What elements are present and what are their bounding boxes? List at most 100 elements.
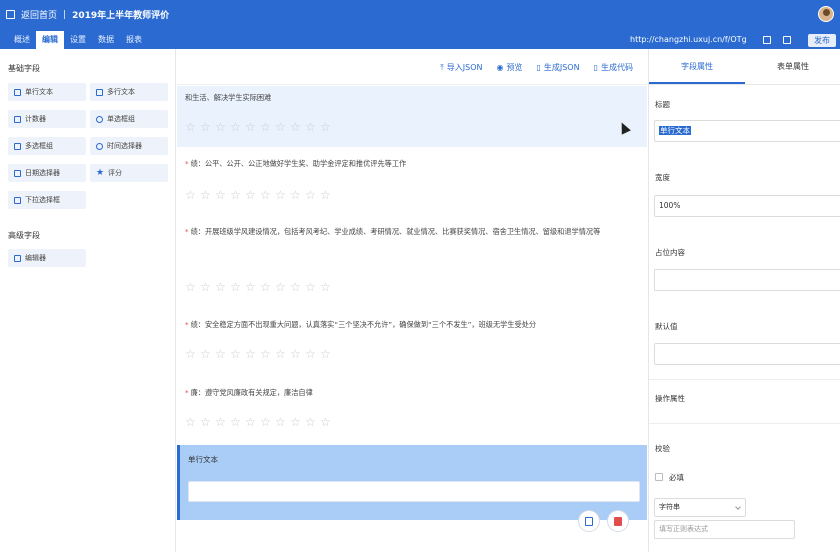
star-icon[interactable]: ☆ bbox=[260, 189, 271, 201]
rating-stars[interactable]: ☆ ☆ ☆ ☆ ☆ ☆ ☆ ☆ ☆ ☆ bbox=[185, 348, 331, 360]
star-icon[interactable]: ☆ bbox=[200, 348, 211, 360]
star-icon[interactable]: ☆ bbox=[215, 121, 226, 133]
star-icon[interactable]: ☆ bbox=[290, 121, 301, 133]
tab-settings[interactable]: 设置 bbox=[64, 31, 92, 49]
star-icon[interactable]: ☆ bbox=[305, 416, 316, 428]
tab-field-properties[interactable]: 字段属性 bbox=[649, 49, 745, 84]
title-input[interactable]: 单行文本 bbox=[654, 120, 840, 142]
star-icon[interactable]: ☆ bbox=[320, 416, 331, 428]
publish-button[interactable]: 发布 bbox=[808, 34, 836, 47]
selected-form-field[interactable]: 单行文本 bbox=[177, 445, 647, 520]
width-input[interactable]: 100% bbox=[654, 195, 840, 217]
placeholder-input[interactable] bbox=[654, 269, 840, 291]
star-icon[interactable]: ☆ bbox=[290, 189, 301, 201]
star-icon[interactable]: ☆ bbox=[245, 348, 256, 360]
star-icon[interactable]: ☆ bbox=[245, 281, 256, 293]
copy-url-icon[interactable] bbox=[763, 36, 771, 44]
star-icon[interactable]: ☆ bbox=[245, 189, 256, 201]
rating-stars[interactable]: ☆ ☆ ☆ ☆ ☆ ☆ ☆ ☆ ☆ ☆ bbox=[185, 121, 331, 133]
star-icon[interactable]: ☆ bbox=[275, 281, 286, 293]
required-checkbox[interactable] bbox=[655, 473, 663, 481]
star-icon[interactable]: ☆ bbox=[260, 348, 271, 360]
star-icon[interactable]: ☆ bbox=[185, 121, 196, 133]
palette-item-checkbox[interactable]: 多选框组 bbox=[8, 137, 86, 155]
rating-stars[interactable]: ☆ ☆ ☆ ☆ ☆ ☆ ☆ ☆ ☆ ☆ bbox=[185, 416, 331, 428]
star-icon[interactable]: ☆ bbox=[230, 416, 241, 428]
default-value-input[interactable] bbox=[654, 343, 840, 365]
star-icon[interactable]: ☆ bbox=[200, 189, 211, 201]
star-icon[interactable]: ☆ bbox=[260, 121, 271, 133]
star-icon[interactable]: ☆ bbox=[320, 121, 331, 133]
back-home-link[interactable]: 返回首页 bbox=[21, 8, 57, 21]
tab-edit[interactable]: 编辑 bbox=[36, 31, 64, 49]
tab-report[interactable]: 报表 bbox=[120, 31, 148, 49]
palette-item-editor[interactable]: 编辑器 bbox=[8, 249, 86, 267]
qrcode-icon[interactable] bbox=[783, 36, 791, 44]
star-icon[interactable]: ☆ bbox=[185, 416, 196, 428]
palette-item-time[interactable]: 时间选择器 bbox=[90, 137, 168, 155]
star-icon[interactable]: ☆ bbox=[230, 281, 241, 293]
star-icon[interactable]: ☆ bbox=[275, 189, 286, 201]
generate-json-button[interactable]: ▯ 生成JSON bbox=[536, 62, 579, 73]
form-field-rate[interactable]: * 绩：安全稳定方面不出现重大问题，认真落实“三个坚决不允许”，确保做到“三个不发… bbox=[177, 311, 647, 377]
star-icon[interactable]: ☆ bbox=[215, 416, 226, 428]
star-icon[interactable]: ☆ bbox=[290, 416, 301, 428]
star-icon[interactable]: ☆ bbox=[245, 121, 256, 133]
star-icon[interactable]: ☆ bbox=[230, 348, 241, 360]
avatar[interactable] bbox=[818, 6, 834, 22]
share-url[interactable]: http://changzhi.uxuj.cn/f/OTg bbox=[630, 35, 747, 44]
palette-item-counter[interactable]: 计数器 bbox=[8, 110, 86, 128]
delete-field-button[interactable] bbox=[607, 510, 629, 532]
star-icon[interactable]: ☆ bbox=[305, 348, 316, 360]
star-icon[interactable]: ☆ bbox=[230, 189, 241, 201]
star-icon[interactable]: ☆ bbox=[290, 348, 301, 360]
star-icon[interactable]: ☆ bbox=[275, 416, 286, 428]
rating-stars[interactable]: ☆ ☆ ☆ ☆ ☆ ☆ ☆ ☆ ☆ ☆ bbox=[185, 281, 331, 293]
star-icon[interactable]: ☆ bbox=[305, 189, 316, 201]
star-icon[interactable]: ☆ bbox=[200, 416, 211, 428]
star-icon[interactable]: ☆ bbox=[275, 348, 286, 360]
palette-item-select[interactable]: 下拉选择框 bbox=[8, 191, 86, 209]
star-icon[interactable]: ☆ bbox=[230, 121, 241, 133]
rating-stars[interactable]: ☆ ☆ ☆ ☆ ☆ ☆ ☆ ☆ ☆ ☆ bbox=[185, 189, 331, 201]
star-icon[interactable]: ☆ bbox=[185, 281, 196, 293]
star-icon[interactable]: ☆ bbox=[320, 281, 331, 293]
home-icon[interactable] bbox=[6, 10, 15, 19]
star-icon[interactable]: ☆ bbox=[320, 189, 331, 201]
tab-overview[interactable]: 概述 bbox=[8, 31, 36, 49]
star-icon[interactable]: ☆ bbox=[260, 281, 271, 293]
star-icon[interactable]: ☆ bbox=[200, 121, 211, 133]
star-icon[interactable]: ☆ bbox=[215, 348, 226, 360]
form-field-rate[interactable]: * 绩：公平、公开、公正地做好学生奖、助学金评定和推优评先等工作 ☆ ☆ ☆ ☆ ☆ ☆ ☆ ☆… bbox=[177, 149, 647, 215]
star-icon[interactable]: ☆ bbox=[260, 416, 271, 428]
star-icon[interactable]: ☆ bbox=[200, 281, 211, 293]
palette-item-single-text[interactable]: 单行文本 bbox=[8, 83, 86, 101]
preview-button[interactable]: ◉ 预览 bbox=[496, 62, 522, 73]
star-icon[interactable]: ☆ bbox=[215, 281, 226, 293]
tab-form-properties[interactable]: 表单属性 bbox=[745, 49, 840, 84]
field-label: * 廉：遵守党风廉政有关规定，廉洁自律 bbox=[185, 384, 640, 401]
palette-item-multi-text[interactable]: 多行文本 bbox=[90, 83, 168, 101]
form-field-rate[interactable]: * 廉：遵守党风廉政有关规定，廉洁自律 ☆ ☆ ☆ ☆ ☆ ☆ ☆ ☆ ☆ ☆ bbox=[177, 379, 647, 443]
star-icon[interactable]: ☆ bbox=[290, 281, 301, 293]
palette-item-rate[interactable]: ★ 评分 bbox=[90, 164, 168, 182]
data-type-select[interactable]: 字符串 bbox=[654, 498, 746, 517]
star-icon[interactable]: ☆ bbox=[245, 416, 256, 428]
star-icon[interactable]: ☆ bbox=[275, 121, 286, 133]
star-icon[interactable]: ☆ bbox=[305, 121, 316, 133]
star-icon[interactable]: ☆ bbox=[215, 189, 226, 201]
star-icon[interactable]: ☆ bbox=[305, 281, 316, 293]
single-text-input[interactable] bbox=[188, 481, 640, 502]
copy-field-button[interactable] bbox=[578, 510, 600, 532]
form-field-rate[interactable]: * 绩：开展班级学风建设情况，包括考风考纪、学业成绩、考研情况、就业情况、比赛获奖… bbox=[177, 217, 647, 307]
palette-item-date[interactable]: 日期选择器 bbox=[8, 164, 86, 182]
star-icon[interactable]: ☆ bbox=[185, 189, 196, 201]
regex-input[interactable]: 填写正则表达式 bbox=[654, 520, 795, 539]
star-icon[interactable]: ☆ bbox=[320, 348, 331, 360]
import-json-button[interactable]: ⤒ 导入JSON bbox=[440, 62, 482, 73]
generate-code-button[interactable]: ▯ 生成代码 bbox=[594, 62, 633, 73]
star-icon[interactable]: ☆ bbox=[185, 348, 196, 360]
tab-data[interactable]: 数据 bbox=[92, 31, 120, 49]
palette-item-radio[interactable]: 单选框组 bbox=[90, 110, 168, 128]
form-field-rate[interactable]: 和生活、解决学生实际困难 ☆ ☆ ☆ ☆ ☆ ☆ ☆ ☆ ☆ ☆ bbox=[177, 86, 647, 147]
